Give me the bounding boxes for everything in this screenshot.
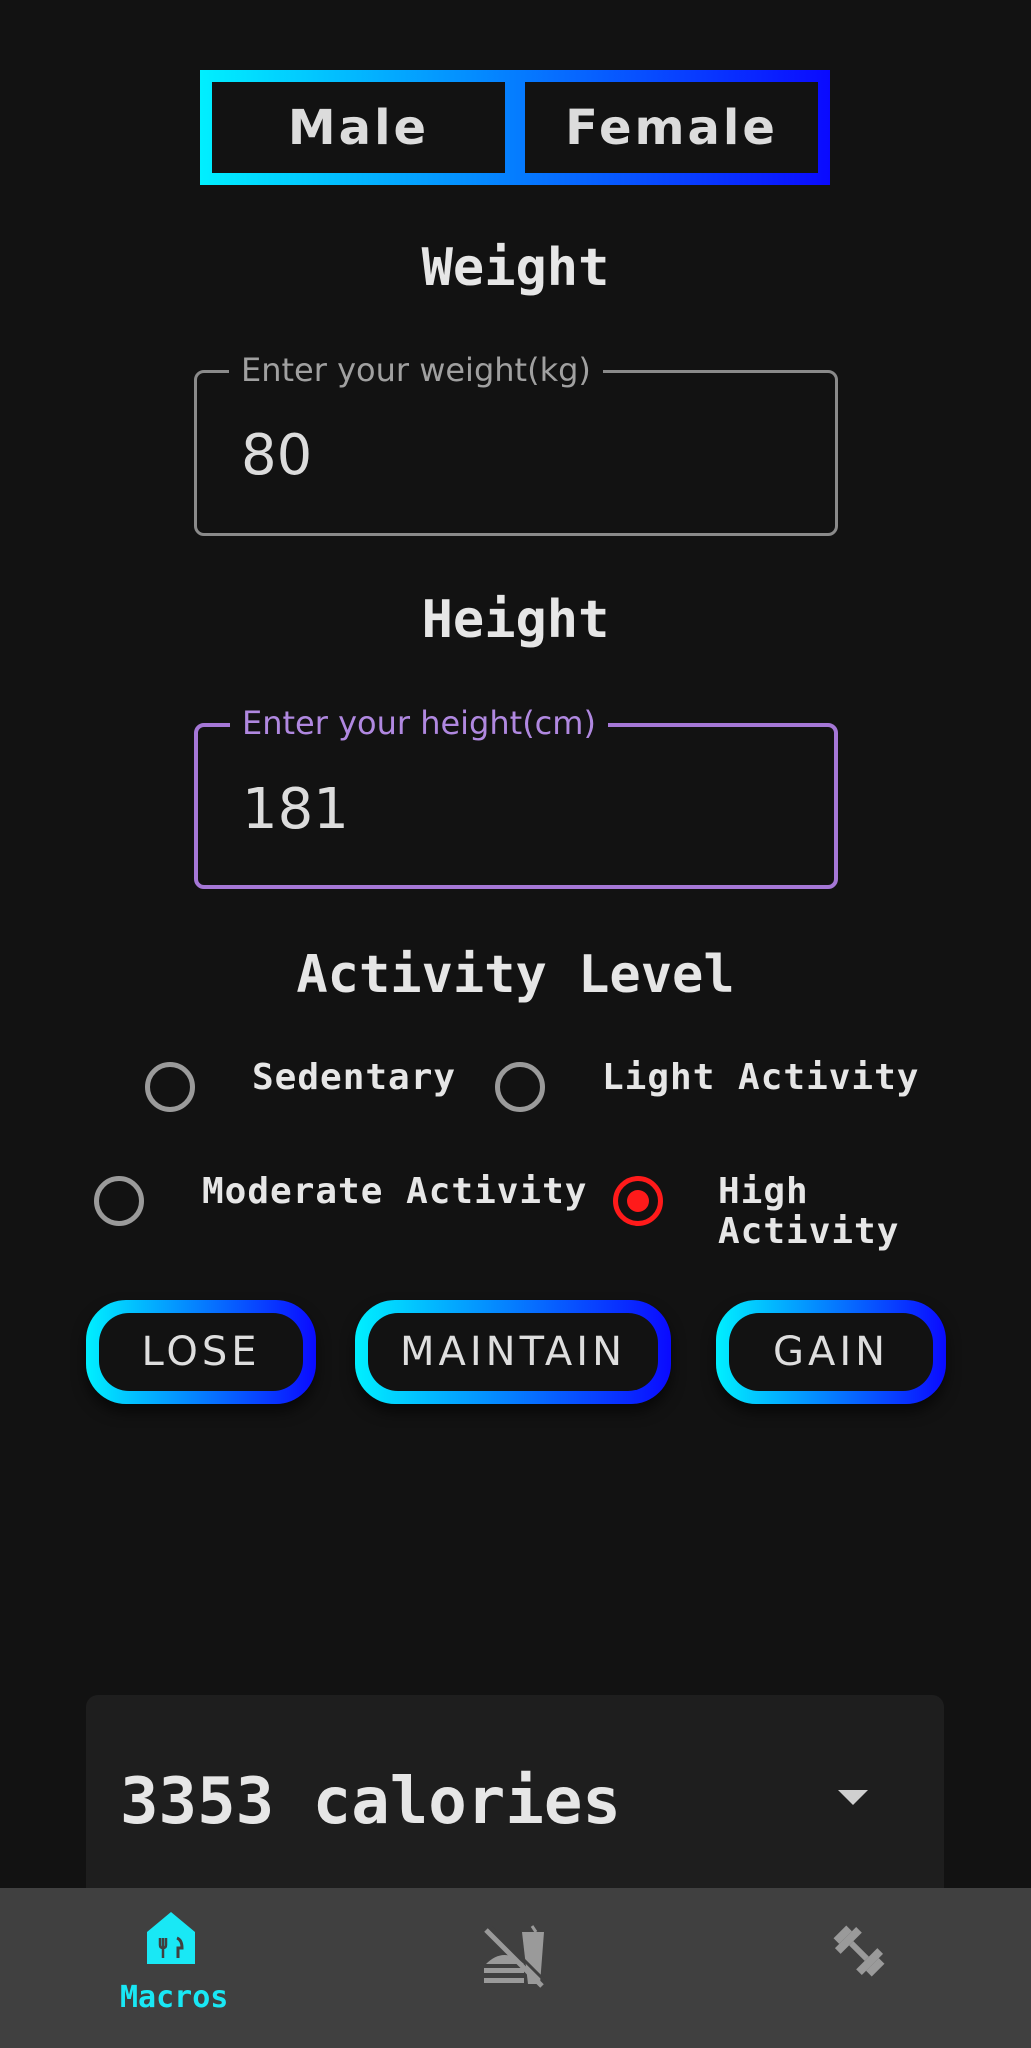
- lose-button-label: LOSE: [99, 1313, 303, 1391]
- lose-button[interactable]: LOSE: [86, 1300, 316, 1404]
- height-field-label: Enter your height(cm): [230, 704, 608, 742]
- home-food-icon: [147, 1912, 195, 1964]
- chevron-down-icon[interactable]: [838, 1790, 868, 1805]
- radio-sedentary[interactable]: [145, 1062, 195, 1112]
- radio-moderate-activity[interactable]: [94, 1176, 144, 1226]
- height-input[interactable]: 181: [242, 777, 349, 842]
- maintain-button-label: MAINTAIN: [368, 1313, 658, 1391]
- nav-label-macros: Macros: [120, 1980, 229, 2015]
- radio-high-activity[interactable]: [613, 1176, 663, 1226]
- weight-input[interactable]: 80: [241, 423, 312, 488]
- radio-label-sedentary: Sedentary: [252, 1057, 457, 1098]
- dumbbell-icon[interactable]: [828, 1920, 890, 1982]
- height-field[interactable]: Enter your height(cm) 181: [194, 704, 838, 889]
- maintain-button[interactable]: MAINTAIN: [355, 1300, 671, 1404]
- no-food-icon[interactable]: [480, 1924, 548, 1990]
- bottom-nav: Macros: [0, 1888, 1031, 2048]
- radio-light-activity[interactable]: [495, 1062, 545, 1112]
- radio-label-high-activity: High Activity: [718, 1171, 900, 1252]
- nav-item-macros[interactable]: Macros: [100, 1910, 240, 2030]
- male-button[interactable]: Male: [212, 82, 505, 173]
- calorie-result: 3353 calories: [120, 1765, 621, 1839]
- gain-button-label: GAIN: [729, 1313, 933, 1391]
- height-heading: Height: [421, 590, 610, 650]
- weight-heading: Weight: [421, 238, 610, 298]
- radio-label-light-activity: Light Activity: [602, 1057, 920, 1098]
- weight-field-label: Enter your weight(kg): [229, 351, 603, 389]
- female-button[interactable]: Female: [525, 82, 818, 173]
- gender-toggle: Male Female: [200, 70, 830, 185]
- radio-label-moderate-activity: Moderate Activity: [202, 1171, 588, 1212]
- activity-heading: Activity Level: [296, 945, 735, 1005]
- gain-button[interactable]: GAIN: [716, 1300, 946, 1404]
- weight-field[interactable]: Enter your weight(kg) 80: [194, 351, 838, 536]
